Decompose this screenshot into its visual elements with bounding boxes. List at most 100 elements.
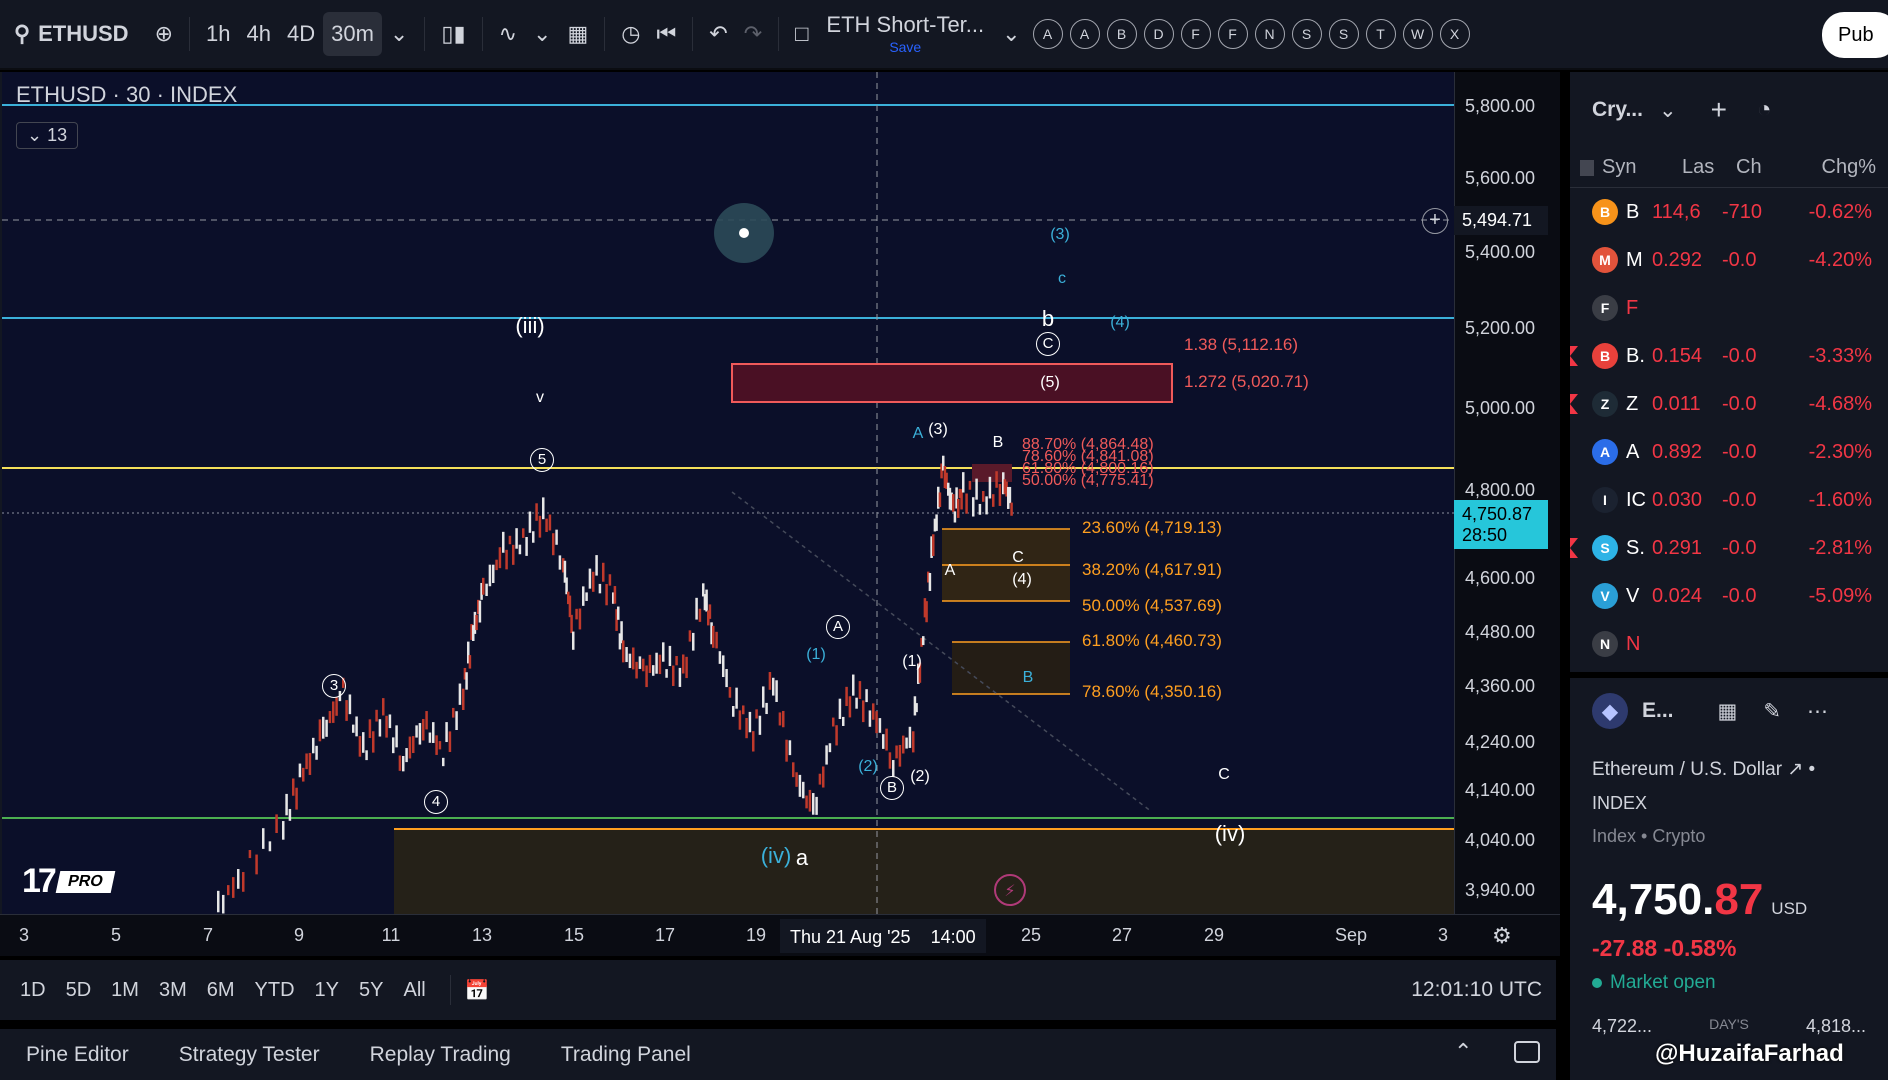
quick-letter-0[interactable]: A	[1032, 19, 1063, 49]
interval-dropdown-chevron-icon[interactable]: ⌄	[382, 12, 416, 56]
candles-icon[interactable]: ▯▮	[433, 12, 473, 56]
quick-letter-1[interactable]: A	[1069, 19, 1100, 49]
quick-letter-9[interactable]: T	[1365, 19, 1396, 49]
wave-2-white[interactable]: (2)	[910, 768, 930, 786]
range-1m[interactable]: 1M	[111, 979, 139, 1002]
tab-replay-trading[interactable]: Replay Trading	[370, 1043, 511, 1067]
range-all[interactable]: All	[403, 979, 425, 1002]
details-name[interactable]: Ethereum / U.S. Dollar ↗ •	[1592, 758, 1866, 781]
price-axis[interactable]: 5,800.00 5,600.00 5,400.00 5,200.00 5,00…	[1454, 72, 1560, 914]
replay-icon[interactable]: ⏮	[648, 12, 684, 56]
wave-5-circled[interactable]: 5	[530, 448, 554, 472]
wave-B-cyan[interactable]: B	[1023, 669, 1034, 687]
quick-letter-8[interactable]: S	[1328, 19, 1359, 49]
tab-pine-editor[interactable]: Pine Editor	[26, 1043, 129, 1067]
redo-icon[interactable]: ↷	[736, 12, 770, 56]
external-link-icon[interactable]: ↗	[1787, 759, 1803, 780]
wave-C-white[interactable]: C	[1012, 549, 1024, 567]
more-menu-icon[interactable]: ⋯	[1807, 699, 1828, 724]
fib-ext-box[interactable]	[731, 363, 1173, 403]
flag-icon[interactable]	[1570, 538, 1578, 558]
edit-note-icon[interactable]: ✎	[1763, 699, 1781, 724]
layout-save-label[interactable]: Save	[889, 40, 921, 54]
layout-grid-icon[interactable]: ▦	[559, 12, 596, 56]
interval-1h[interactable]: 1h	[198, 12, 238, 56]
interval-4d[interactable]: 4D	[279, 12, 323, 56]
col-symbol[interactable]: Syn	[1602, 156, 1682, 179]
watchlist-row[interactable]: I IC 0.030 -0.0 -1.60%	[1570, 476, 1888, 524]
indicator-collapse-toggle[interactable]: ⌄ 13	[16, 122, 79, 149]
wave-1-cyan[interactable]: (1)	[806, 646, 826, 664]
market-status[interactable]: Market open	[1592, 972, 1866, 994]
fib-zone-3[interactable]	[952, 642, 1070, 694]
watchlist-row[interactable]: Z Z 0.011 -0.0 -4.68%	[1570, 380, 1888, 428]
maximize-panel-icon[interactable]	[1514, 1041, 1540, 1063]
wave-1-white[interactable]: (1)	[902, 653, 922, 671]
range-1y[interactable]: 1Y	[315, 979, 339, 1002]
wave-v[interactable]: v	[536, 389, 544, 407]
col-change[interactable]: Ch	[1736, 156, 1796, 179]
wave-3-circled[interactable]: 3	[322, 674, 346, 698]
settings-gear-icon[interactable]: ⚙	[1492, 923, 1512, 949]
utc-clock[interactable]: 12:01:10 UTC	[1411, 978, 1542, 1002]
watchlist-row[interactable]: S S. 0.291 -0.0 -2.81%	[1570, 524, 1888, 572]
quick-letter-7[interactable]: S	[1291, 19, 1322, 49]
chart-drawings[interactable]: ⚡	[2, 72, 1454, 914]
wave-2-cyan[interactable]: (2)	[858, 758, 878, 776]
flag-icon[interactable]	[1570, 346, 1578, 366]
watchlist-title[interactable]: Cry...	[1592, 98, 1643, 122]
details-symbol[interactable]: E...	[1642, 699, 1674, 723]
plot-pane[interactable]: ⚡ ETHUSD · 30 · INDEX ⌄ 13 (iii) v 5 3 4…	[0, 72, 1454, 914]
watchlist-row[interactable]: B B 114,6 -710 -0.62%	[1570, 188, 1888, 236]
wave-c-cyan[interactable]: c	[1058, 270, 1066, 288]
wave-b[interactable]: b	[1042, 306, 1054, 332]
quick-letter-3[interactable]: D	[1143, 19, 1174, 49]
range-3m[interactable]: 3M	[159, 979, 187, 1002]
range-ytd[interactable]: YTD	[255, 979, 295, 1002]
interval-30m[interactable]: 30m	[323, 12, 382, 56]
quick-letter-2[interactable]: B	[1106, 19, 1137, 49]
interval-4h[interactable]: 4h	[239, 12, 279, 56]
wave-B-circled[interactable]: B	[880, 776, 904, 800]
tab-trading-panel[interactable]: Trading Panel	[561, 1043, 691, 1067]
quick-letter-5[interactable]: F	[1217, 19, 1248, 49]
watchlist-row[interactable]: A A 0.892 -0.0 -2.30%	[1570, 428, 1888, 476]
alert-icon[interactable]: ◷	[613, 12, 648, 56]
compare-add-icon[interactable]: ⊕	[147, 12, 181, 56]
fib-zone-1[interactable]	[942, 529, 1070, 565]
range-5d[interactable]: 5D	[66, 979, 92, 1002]
time-axis[interactable]: 3 5 7 9 11 13 15 17 19 25 27 29 Sep 3 Th…	[0, 914, 1560, 956]
wave-4-white[interactable]: (4)	[1012, 571, 1032, 589]
col-change-pct[interactable]: Chg%	[1796, 156, 1876, 179]
wave-A-white[interactable]: A	[945, 562, 956, 580]
add-plus-icon[interactable]: +	[1422, 208, 1448, 234]
wave-4-cyan[interactable]: (4)	[1110, 314, 1130, 332]
watchlist-row[interactable]: M M 0.292 -0.0 -4.20%	[1570, 236, 1888, 284]
indicators-icon[interactable]: ∿	[491, 12, 525, 56]
select-all-checkbox[interactable]	[1580, 159, 1594, 176]
wave-C-circled[interactable]: C	[1036, 332, 1060, 356]
wave-5-white[interactable]: (5)	[1040, 374, 1060, 392]
wave-A-circled[interactable]: A	[826, 615, 850, 639]
layout-chevron-icon[interactable]: ⌄	[994, 12, 1028, 56]
undo-icon[interactable]: ↶	[701, 12, 735, 56]
watchlist-chevron-icon[interactable]: ⌄	[1659, 98, 1677, 123]
goto-date-calendar-icon[interactable]: 📅	[465, 978, 490, 1003]
flag-icon[interactable]	[1570, 394, 1578, 414]
indicators-chevron-icon[interactable]: ⌄	[525, 12, 559, 56]
tab-strategy-tester[interactable]: Strategy Tester	[179, 1043, 320, 1067]
wave-3-white[interactable]: (3)	[928, 421, 948, 439]
symbol-search[interactable]: ⚲ ETHUSD	[0, 12, 147, 56]
range-6m[interactable]: 6M	[207, 979, 235, 1002]
pie-chart-icon[interactable]: ◔	[1757, 96, 1772, 124]
fullscreen-box-icon[interactable]: □	[787, 12, 816, 56]
add-symbol-plus-icon[interactable]: +	[1711, 94, 1727, 126]
grid-icon[interactable]: ▦	[1718, 699, 1738, 724]
watchlist-row[interactable]: V V 0.024 -0.0 -5.09%	[1570, 572, 1888, 620]
watchlist-row[interactable]: FF	[1570, 284, 1888, 332]
range-5y[interactable]: 5Y	[359, 979, 383, 1002]
chart-legend[interactable]: ETHUSD · 30 · INDEX	[16, 82, 237, 108]
layout-name[interactable]: ETH Short-Ter... Save	[816, 14, 994, 55]
wave-B-white[interactable]: B	[993, 434, 1004, 452]
fib-zone-2[interactable]	[942, 565, 1070, 601]
